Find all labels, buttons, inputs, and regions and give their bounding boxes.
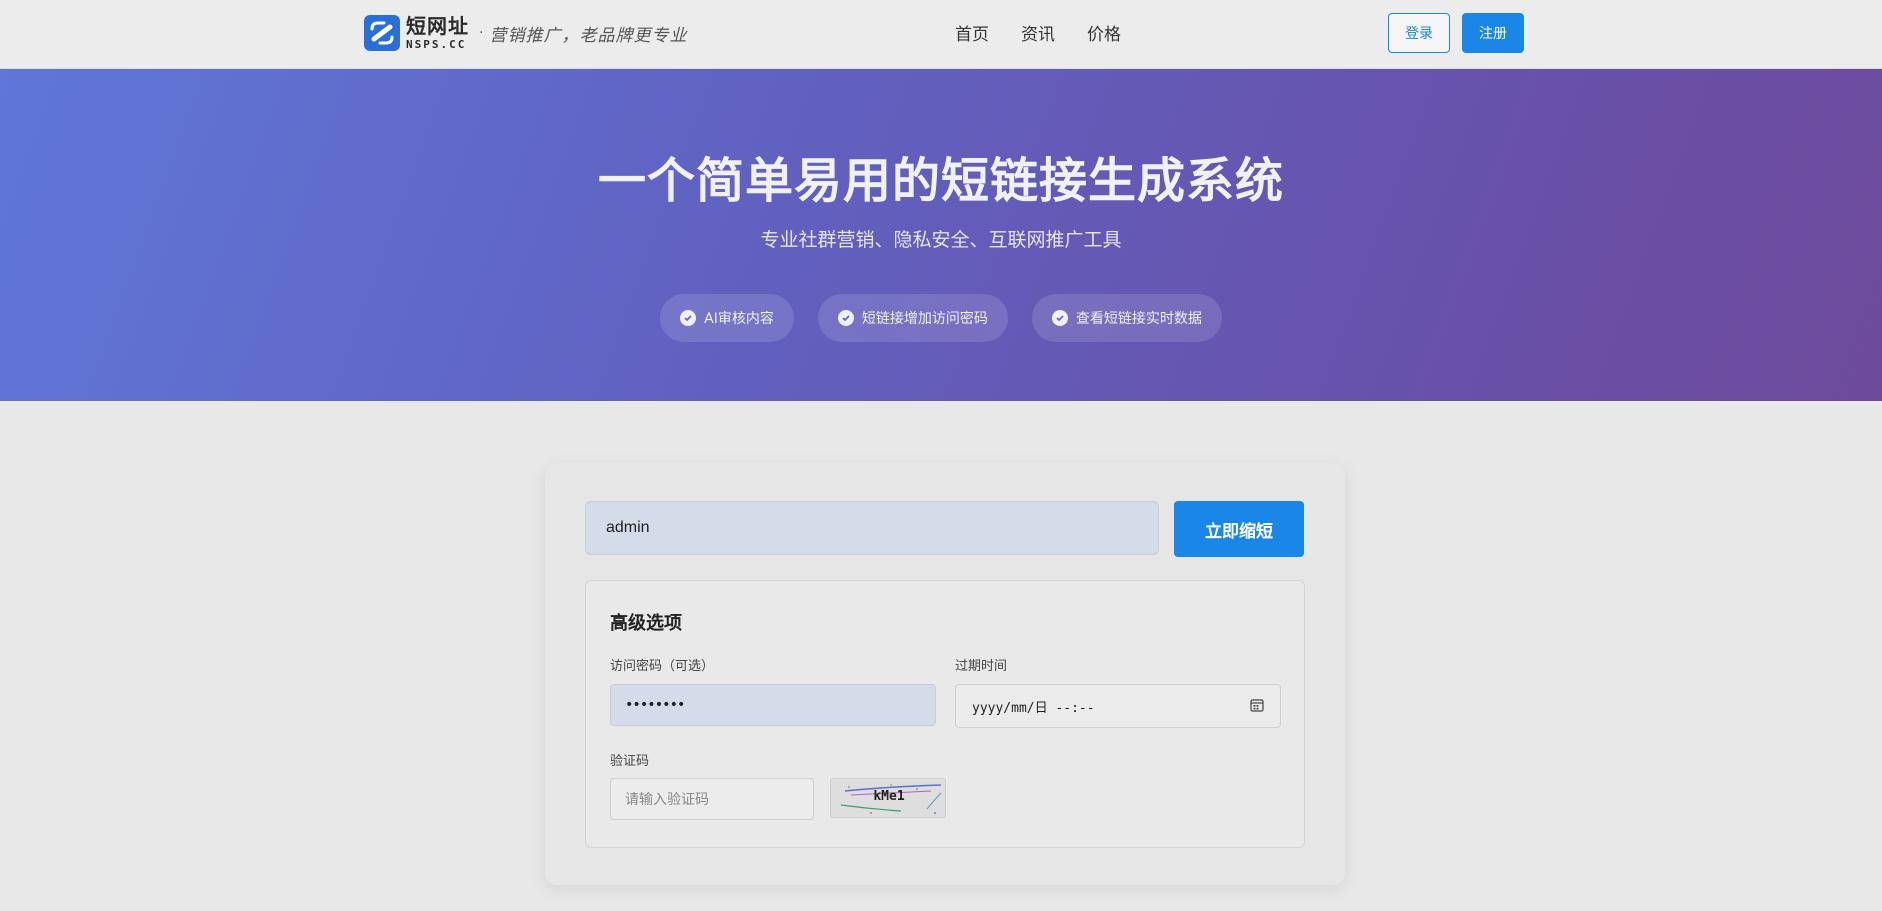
feature-pill: AI审核内容 — [660, 294, 794, 342]
captcha-code: kMe1 — [873, 789, 905, 804]
nav-item-home[interactable]: 首页 — [955, 20, 989, 45]
expire-datetime-input[interactable]: yyyy/mm/日 --:-- — [955, 684, 1281, 728]
calendar-icon[interactable] — [1250, 697, 1264, 716]
captcha-image[interactable]: kMe1 — [830, 778, 946, 818]
feature-label: AI审核内容 — [704, 311, 774, 327]
site-header: 短网址 NSPS.CC · 营销推广，老品牌更专业 首页 资讯 价格 登录 注册 — [0, 0, 1882, 69]
feature-list: AI审核内容 短链接增加访问密码 查看短链接实时数据 — [0, 294, 1882, 342]
register-button[interactable]: 注册 — [1462, 13, 1524, 53]
logo-slogan: 营销推广，老品牌更专业 — [489, 25, 688, 46]
feature-label: 查看短链接实时数据 — [1075, 311, 1202, 327]
expire-datetime-value: yyyy/mm/日 --:-- — [972, 700, 1095, 716]
expire-label: 过期时间 — [955, 659, 1008, 674]
nav-item-news[interactable]: 资讯 — [1021, 20, 1055, 45]
feature-pill: 查看短链接实时数据 — [1031, 294, 1222, 342]
shortener-card: 立即缩短 高级选项 访问密码（可选） 过期时间 yyyy/mm/日 --:-- … — [545, 463, 1345, 885]
logo-en-text: NSPS.CC — [406, 38, 467, 51]
hero-title: 一个简单易用的短链接生成系统 — [597, 153, 1284, 209]
long-url-input[interactable] — [585, 501, 1159, 555]
password-input[interactable] — [610, 684, 936, 726]
nav-item-pricing[interactable]: 价格 — [1087, 20, 1121, 45]
logo-cn-text: 短网址 — [406, 14, 469, 38]
logo-separator: · — [479, 25, 484, 41]
site-logo[interactable]: 短网址 NSPS.CC · 营销推广，老品牌更专业 — [364, 14, 687, 52]
main-nav: 首页 资讯 价格 — [955, 20, 1121, 45]
login-button[interactable]: 登录 — [1388, 13, 1450, 53]
captcha-label: 验证码 — [610, 754, 650, 769]
advanced-options-panel: 高级选项 访问密码（可选） 过期时间 yyyy/mm/日 --:-- 验证码 请… — [585, 580, 1305, 848]
feature-pill: 短链接增加访问密码 — [817, 294, 1008, 342]
logo-icon — [364, 15, 400, 51]
captcha-input[interactable]: 请输入验证码 — [610, 778, 814, 820]
advanced-options-title: 高级选项 — [610, 613, 682, 634]
hero-banner: 一个简单易用的短链接生成系统 专业社群营销、隐私安全、互联网推广工具 AI审核内… — [0, 69, 1882, 401]
check-circle-icon — [1051, 310, 1068, 326]
hero-subtitle: 专业社群营销、隐私安全、互联网推广工具 — [760, 229, 1122, 251]
check-circle-icon — [680, 310, 697, 326]
check-circle-icon — [837, 310, 854, 326]
password-label: 访问密码（可选） — [610, 659, 715, 674]
shorten-button[interactable]: 立即缩短 — [1174, 501, 1304, 557]
feature-label: 短链接增加访问密码 — [861, 311, 988, 327]
